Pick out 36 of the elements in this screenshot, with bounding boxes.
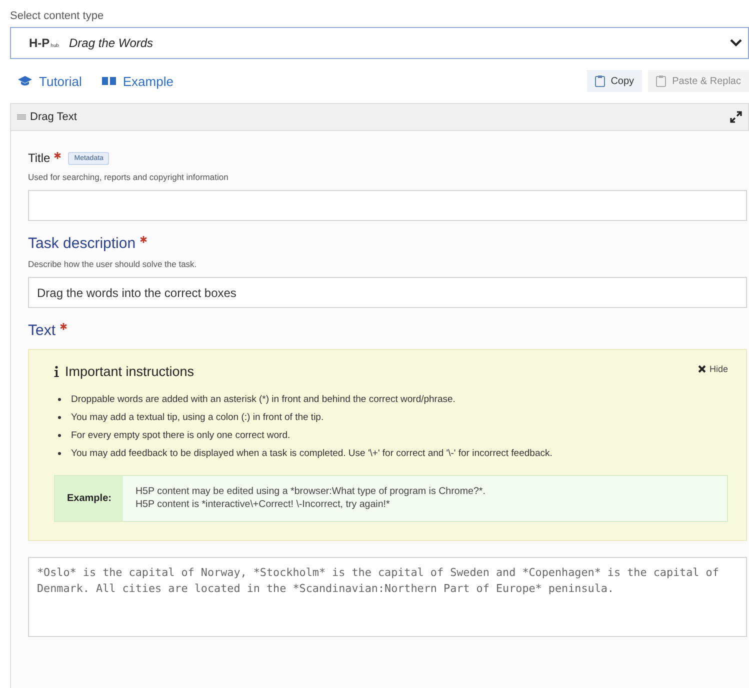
graduation-cap-icon: [18, 76, 32, 86]
chevron-down-icon: [730, 39, 742, 47]
instruction-text: You may add a textual tip, using a colon (:) in front of the tip.: [71, 412, 324, 423]
help-link[interactable]: Tutorial: [18, 74, 82, 88]
example-label: Example:: [55, 476, 124, 522]
field-description: Describe how the user should solve the task.: [28, 259, 198, 269]
book-icon: [102, 76, 116, 86]
text-field[interactable]: Drag the words into the correct boxes: [28, 277, 747, 308]
section-title: Drag Text: [30, 111, 77, 123]
drag-handle-icon: [17, 114, 26, 120]
field-description: Used for searching, reports and copyright information: [28, 172, 230, 182]
example-text: H5P content is *interactive\+Correct! \-Incorrect, try again!*: [135, 498, 391, 512]
instruction-text: You may add feedback to be displayed when a task is completed. Use '\+' for correct and '\-' for incorrect feedback.: [71, 448, 552, 459]
clipboard-icon: [594, 75, 605, 87]
field-label: Title: [28, 151, 50, 165]
bullet-icon: [58, 434, 61, 437]
bullet-icon: [58, 416, 61, 419]
example-text: H5P content may be edited using a *browser:What type of program is Chrome?*.: [135, 486, 486, 499]
text-area[interactable]: *Oslo* is the capital of Norway, *Stockholm* is the capital of Sweden and *Copenhagen* is the capital of Denmark. All cities are located in the *Scandinavian:Northern Part of Europe* peninsula.: [28, 557, 747, 638]
clipboard-button[interactable]: Copy: [586, 70, 642, 92]
instructions-title: Important instructions: [65, 364, 194, 379]
expand-icon: [730, 111, 742, 123]
text-field[interactable]: [28, 190, 747, 221]
help-link[interactable]: Example: [102, 74, 174, 88]
clipboard-icon: [656, 75, 666, 87]
bullet-icon: [58, 398, 61, 401]
close-icon: [698, 365, 706, 373]
field-label: Text: [28, 322, 56, 339]
selected-value: Drag the Words: [69, 36, 154, 50]
hide-link[interactable]: Hide: [698, 364, 728, 374]
instruction-text: Droppable words are added with an asterisk (*) in front and behind the correct word/phrase.: [71, 394, 456, 405]
field-label: Task description: [28, 235, 136, 252]
field-label: Select content type: [10, 10, 105, 22]
info-icon: [54, 366, 59, 377]
instruction-text: For every empty spot there is only one correct word.: [71, 430, 290, 441]
bullet-icon: [58, 452, 61, 455]
